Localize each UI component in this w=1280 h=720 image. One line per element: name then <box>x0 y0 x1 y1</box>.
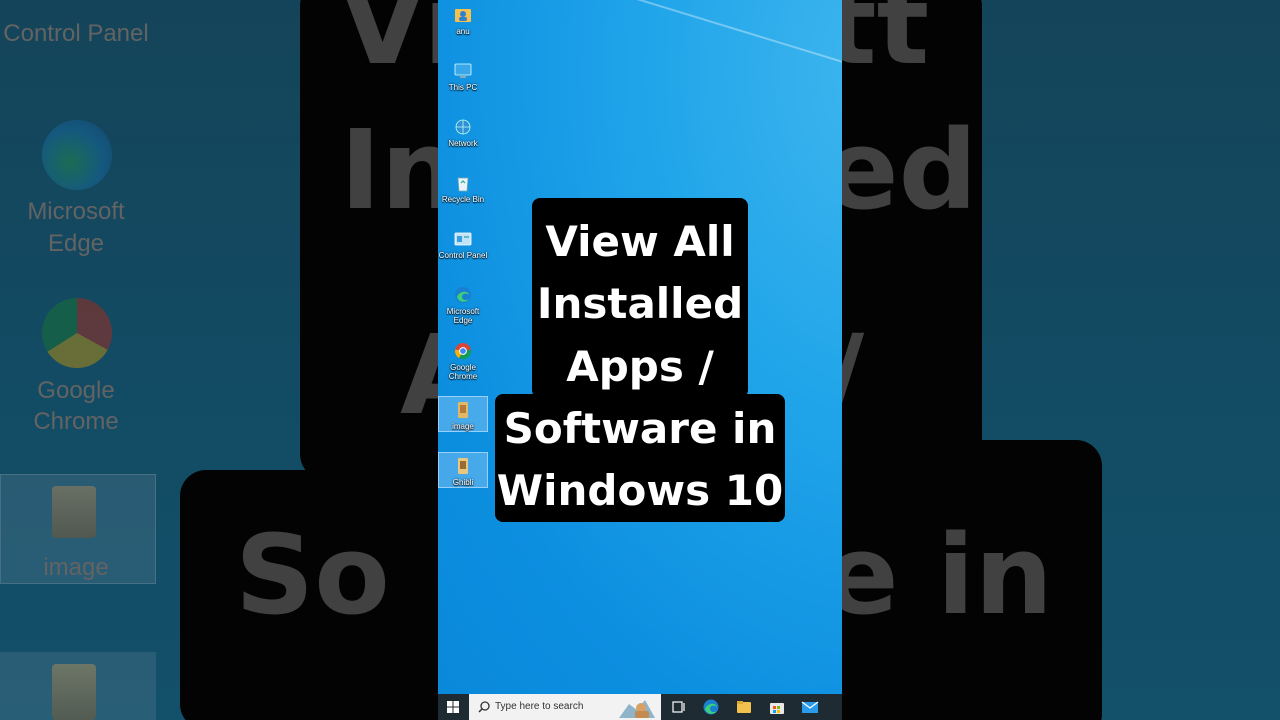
recycle-bin-icon <box>457 177 469 192</box>
desktop-icon-label: Recycle Bin <box>441 195 485 204</box>
caption-line: Windows 10 <box>496 466 784 515</box>
windows-start-icon[interactable] <box>442 696 464 718</box>
caption-line: View All <box>545 217 735 266</box>
caption-line: Software in <box>503 404 777 453</box>
bg-dim-overlay <box>842 0 1280 720</box>
desktop-icon-label: Network <box>448 139 478 148</box>
desktop-icon-label: This PC <box>448 83 478 92</box>
background-left-panel: Vi In A So Control Panel Microsoft Edge … <box>0 0 438 720</box>
search-highlight-illustration-icon <box>619 700 655 718</box>
desktop-icon-anu[interactable]: anu <box>438 2 488 56</box>
search-placeholder: Type here to search <box>495 701 584 712</box>
desktop-icon-this-pc[interactable]: This PC <box>438 58 488 112</box>
taskbar: Type here to search <box>438 694 842 720</box>
task-view-icon[interactable] <box>667 697 689 717</box>
desktop-icon-label: anu <box>456 27 470 36</box>
desktop-icon-network[interactable]: Network <box>438 114 488 168</box>
windows-desktop[interactable]: anu This PC Network Recycle Bin Control … <box>438 0 842 720</box>
this-pc-icon <box>454 63 472 78</box>
background-right-panel: tt ed / e in <box>842 0 1280 720</box>
bg-dim-overlay <box>0 0 438 720</box>
network-icon <box>455 119 471 135</box>
user-folder-icon <box>455 9 471 22</box>
edge-icon[interactable] <box>700 697 722 717</box>
store-icon[interactable] <box>766 697 788 717</box>
caption-line: Apps / <box>566 342 714 391</box>
taskbar-search-box[interactable]: Type here to search <box>469 694 661 720</box>
search-icon <box>478 701 490 713</box>
mail-icon[interactable] <box>799 697 821 717</box>
caption-line: Installed <box>536 279 744 328</box>
file-explorer-icon[interactable] <box>733 697 755 717</box>
wallpaper-light-ray <box>577 0 842 105</box>
